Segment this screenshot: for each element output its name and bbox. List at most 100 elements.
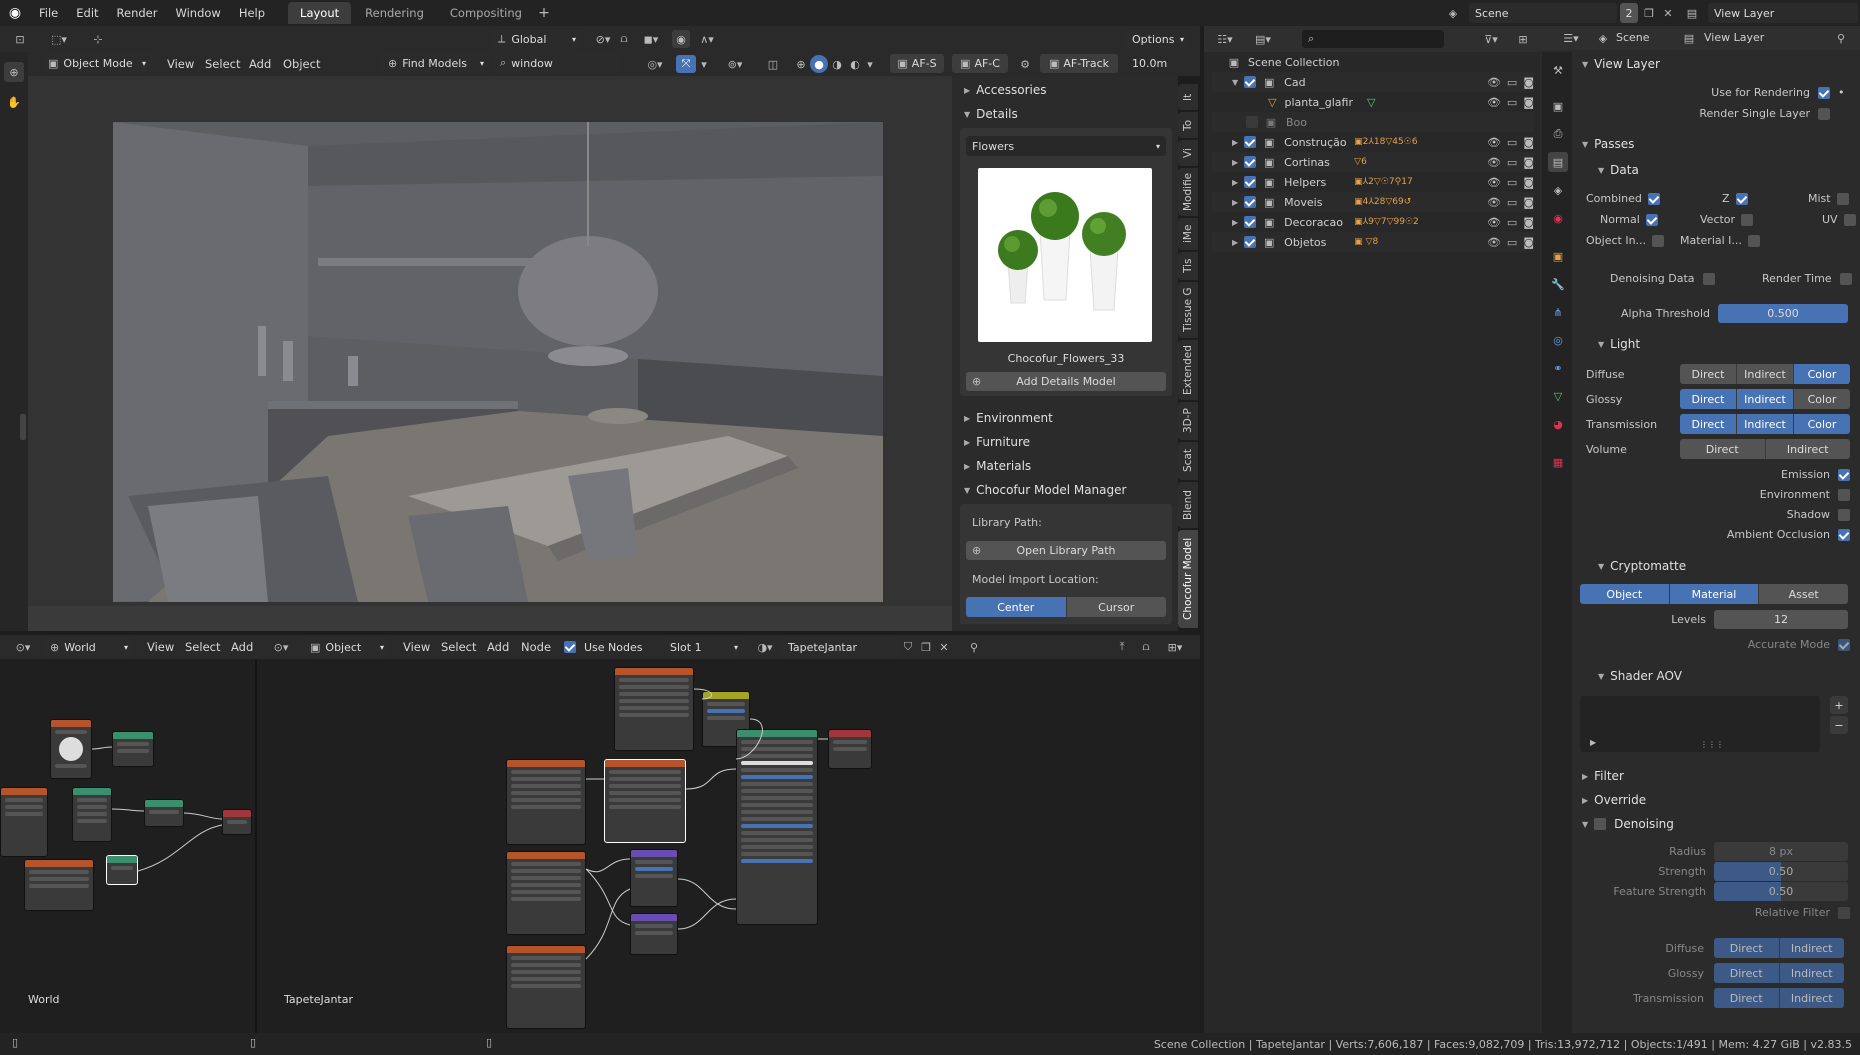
visibility-icon[interactable]: 👁 [1487,156,1501,169]
details-panel[interactable]: ▼ Details [956,102,1174,126]
copy-scene-icon[interactable]: ❐ [1641,7,1657,20]
xray-icon[interactable]: ◫ [764,55,782,73]
snap-mode-icon[interactable]: ⊞▾ [1160,638,1190,656]
z-checkbox[interactable] [1735,192,1748,205]
outliner-search-input[interactable]: ⌕ [1302,30,1444,48]
material-tab-icon[interactable]: ◕ [1548,414,1568,434]
viewport-icon[interactable]: ▭ [1507,196,1517,209]
collapsed-icon[interactable]: ▶ [1232,218,1238,227]
outliner-row-objetos[interactable]: ▶ ▣ Objetos ▣ ▽ 8 👁 ▭ ◙ [1212,232,1534,252]
tab-compositing[interactable]: Compositing [438,2,534,24]
crypto-material[interactable]: Material [1669,584,1760,604]
visibility-icon[interactable]: 👁 [1487,96,1501,109]
scene-user-count[interactable]: 2 [1620,3,1638,23]
gizmo-dropdown-icon[interactable]: ▾ [698,55,710,73]
viewport-icon[interactable]: ▭ [1507,236,1517,249]
af-settings-icon[interactable]: ⚙ [1016,55,1034,73]
objetos-checkbox[interactable] [1244,236,1257,248]
tab-layout[interactable]: Layout [288,2,352,24]
collapsed-icon[interactable]: ▶ [1232,158,1238,167]
mist-checkbox[interactable] [1836,192,1849,205]
feature-strength-slider[interactable]: 0.50 [1714,882,1848,901]
visibility-icon[interactable]: 👁 [1487,216,1501,229]
node-editor-type-icon[interactable]: ⊙▾ [8,638,38,656]
strength-slider[interactable]: 0.50 [1714,862,1848,881]
passes-panel[interactable]: ▼ Passes [1574,132,1854,156]
crypto-asset[interactable]: Asset [1759,584,1849,604]
light-subpanel[interactable]: ▼ Light [1590,332,1850,356]
override-panel[interactable]: ▶ Override [1574,788,1854,812]
properties-editor-icon[interactable]: ☰▾ [1556,29,1586,47]
viewport-3d[interactable] [28,76,952,631]
boo-checkbox[interactable] [1246,116,1258,128]
vtab-3dp[interactable]: 3D-P [1178,402,1198,440]
diffuse-direct[interactable]: Direct [1680,364,1737,384]
alpha-threshold-slider[interactable]: 0.500 [1718,304,1848,323]
proportional-edit-icon[interactable]: ◉ [672,30,690,48]
new-collection-icon[interactable]: ⊞ [1514,30,1532,48]
outliner-row-helpers[interactable]: ▶ ▣ Helpers ▣⅄ 2 ▽☉ 7 ⚲ 17 👁 ▭ ◙ [1212,172,1534,192]
shader-aov-subpanel[interactable]: ▼ Shader AOV [1590,664,1850,688]
af-track-button[interactable]: ▣ AF-Track [1040,54,1118,73]
render-icon[interactable]: ◙ [1523,76,1534,89]
visibility-icon[interactable]: 👁 [1487,76,1501,89]
render-single-checkbox[interactable] [1818,107,1830,120]
node-texcoord[interactable] [50,719,92,779]
close-scene-icon[interactable]: ✕ [1660,7,1676,20]
move-tool-icon[interactable]: ✋ [4,92,24,112]
visibility-icon[interactable]: 👁 [1487,236,1501,249]
environment-panel[interactable]: ▶ Environment [956,406,1174,430]
outliner-editor-icon[interactable]: ☷▾ [1210,30,1240,48]
outliner-row-moveis[interactable]: ▶ ▣ Moveis ▣ 4 ⅄ 28 ▽ 69 ↺ 👁 ▭ ◙ [1212,192,1534,212]
scene-pin-icon[interactable]: ◈ [1594,29,1612,47]
normal-checkbox[interactable] [1645,213,1658,226]
node-canvas-right[interactable]: TapeteJantar [256,659,1200,1033]
add-details-model-button[interactable]: ⊕ Add Details Model [966,372,1166,391]
denoise-diffuse-indirect[interactable]: Indirect [1779,938,1844,958]
parent-node-icon[interactable]: ⤒ [1114,638,1130,656]
decoracao-checkbox[interactable] [1244,216,1257,228]
glossy-direct[interactable]: Direct [1680,389,1737,409]
snap-icon[interactable]: ⩍ [614,30,634,48]
tool-icon[interactable]: ⊹ [86,30,110,48]
viewport-menu-object[interactable]: Object [274,52,329,76]
vtab-ime[interactable]: iMe [1178,218,1198,250]
menu-edit[interactable]: Edit [67,0,107,26]
moveis-checkbox[interactable] [1244,196,1257,208]
vector-checkbox[interactable] [1741,213,1754,226]
viewport-icon[interactable]: ▭ [1507,156,1517,169]
helpers-checkbox[interactable] [1244,176,1257,188]
viewport-icon[interactable]: ▭ [1507,216,1517,229]
scene-collection-row[interactable]: ▣ Scene Collection [1212,52,1534,72]
node-env[interactable] [0,787,48,857]
vtab-tissue[interactable]: Tissue G [1178,282,1198,338]
find-models-dropdown[interactable]: ⊕ Find Models ▾ [382,53,490,73]
cad-checkbox[interactable] [1244,76,1257,88]
texture-tab-icon[interactable]: ▦ [1548,452,1568,472]
node-tex-roughness[interactable] [614,667,694,751]
display-mode-icon[interactable]: ▤▾ [1248,30,1278,48]
denoising-data-checkbox[interactable] [1702,272,1715,285]
vtab-extended[interactable]: Extended [1178,340,1198,400]
output-tab-icon[interactable]: ⎙ [1548,124,1568,144]
add-workspace-icon[interactable]: + [534,5,554,21]
material-name-field[interactable]: TapeteJantar [782,637,898,657]
node-material-output[interactable] [828,729,872,769]
node-tex-base[interactable] [506,759,586,845]
render-tab-icon[interactable]: ▣ [1548,96,1568,116]
aov-expand-icon[interactable]: ▶ [1590,738,1596,747]
scene-name-field[interactable]: Scene [1469,3,1617,23]
node-background[interactable] [112,731,154,767]
transform-orientation-dropdown[interactable]: ⟂ Global ▾ [492,29,582,49]
relative-filter-checkbox[interactable] [1838,906,1850,919]
vtab-tis[interactable]: Tis [1178,252,1198,280]
vtab-to[interactable]: To [1178,112,1198,138]
node-mix[interactable] [144,799,184,827]
model-search-input[interactable]: ⌕ window [494,53,620,73]
outliner-row-planta[interactable]: ▽ planta_glafir ▽ 👁 ▭ ◙ [1212,92,1534,112]
cursor-option[interactable]: Cursor [1066,597,1166,617]
transmission-color[interactable]: Color [1794,414,1850,434]
snap-node-icon[interactable]: ⩍ [1138,638,1154,656]
object-index-checkbox[interactable] [1652,234,1665,247]
shading-material-icon[interactable]: ◑ [828,55,846,73]
